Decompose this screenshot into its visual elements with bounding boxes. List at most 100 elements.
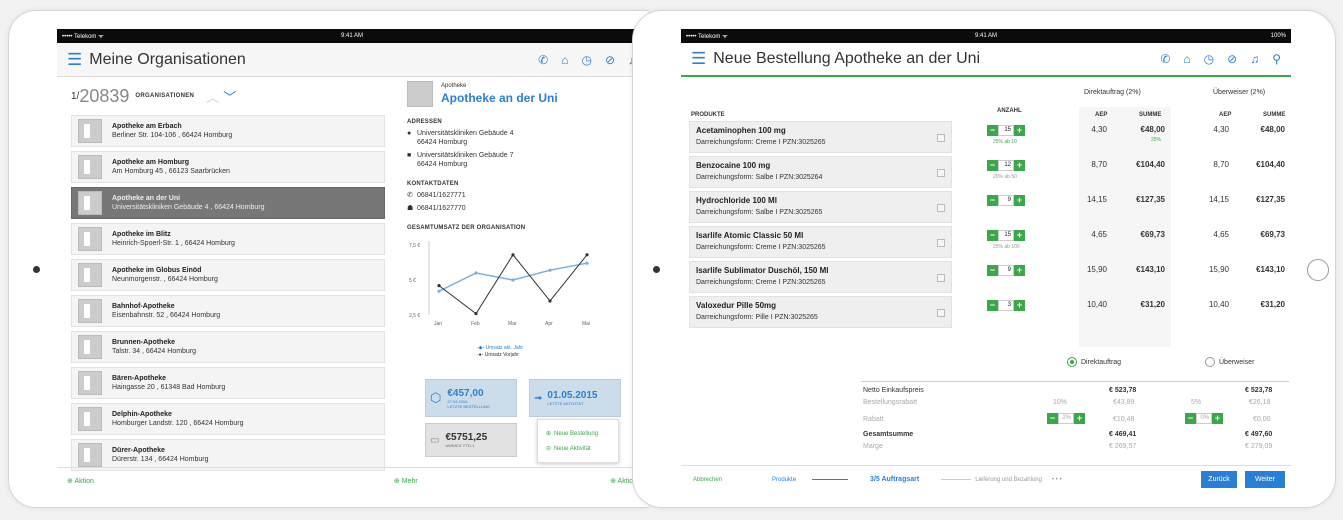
bell-icon[interactable]: ♫ [1250,52,1259,66]
quantity-value[interactable]: 9 [998,195,1014,206]
rabatt-stepper-1[interactable]: −2% + [1047,413,1085,424]
quantity-stepper[interactable]: −15 + [987,125,1025,136]
plus-icon[interactable]: + [1074,413,1085,424]
compass-icon[interactable]: ⊘ [1227,52,1237,66]
info-icon[interactable] [937,204,945,212]
last-order-tile[interactable]: ⬡ €457,00 27.04.2015 LETZTE BESTELLUNG [425,379,517,417]
product-row[interactable]: Acetaminophen 100 mg Darreichungsform: Cr… [689,121,952,153]
building-icon [78,227,102,251]
info-icon[interactable] [937,134,945,142]
sum-direct: €127,35 [1136,195,1165,204]
count-value: 20839 [79,85,130,106]
product-desc: Darreichungsform: Salbe I PZN:3025265 [696,209,823,216]
minus-icon[interactable]: − [1047,413,1058,424]
history-icon[interactable]: ◷ [1204,52,1214,66]
next-button[interactable]: Weiter [1245,471,1285,488]
rabatt-value-2[interactable]: 0% [1196,413,1212,424]
minus-icon[interactable]: − [987,125,998,136]
plus-icon[interactable]: + [1014,230,1025,241]
new-order-item[interactable]: ⊕ Neue Bestellung [546,426,610,441]
minus-icon[interactable]: − [987,230,998,241]
chevron-down-icon[interactable]: ﹀ [223,87,236,106]
detail-header: Apotheke Apotheke an der Uni [407,81,627,107]
last-activity-value: 01.05.2015 [547,390,598,401]
organisation-address: Heinrich-Spoerl-Str. 1 , 66424 Homburg [112,240,235,247]
quantity-stepper[interactable]: −15 + [987,230,1025,241]
minus-icon[interactable]: − [987,265,998,276]
quantity-stepper[interactable]: −9 + [987,265,1025,276]
home-icon[interactable]: ⌂ [1183,52,1190,66]
last-activity-tile[interactable]: ➟ 01.05.2015 LETZTE AKTIVITÄT [529,379,621,417]
cancel-button[interactable]: Abbrechen [693,477,722,483]
product-row[interactable]: Hydrochloride 100 Ml Darreichungsform: Sa… [689,191,952,223]
new-activity-item[interactable]: ⊖ Neue Aktivität [546,441,610,456]
product-row[interactable]: Valoxedur Pille 50mg Darreichungsform: Pi… [689,296,952,328]
data-point [585,261,589,265]
search-icon[interactable]: ⚲ [1272,52,1281,66]
quantity-stepper[interactable]: −3 + [987,300,1025,311]
organisation-name: Bären-Apotheke [112,375,167,382]
phone-number[interactable]: 06841/1627771 [417,191,466,200]
quantity-value[interactable]: 15 [998,125,1014,136]
transfer-radio[interactable]: Überweiser [1205,357,1254,367]
organisation-list-item[interactable]: Apotheke im Blitz Heinrich-Spoerl-Str. 1 … [71,223,385,255]
info-icon[interactable] [937,274,945,282]
info-icon[interactable] [937,169,945,177]
organisation-list-item[interactable]: Apotheke an der Uni Universitätskliniken … [71,187,385,219]
quantity-value[interactable]: 9 [998,265,1014,276]
phone-icon[interactable]: ✆ [538,53,548,67]
quantity-value[interactable]: 12 [998,160,1014,171]
compass-icon[interactable]: ⊘ [605,53,615,67]
hamburger-icon-right[interactable]: ☰ [691,49,706,69]
product-row[interactable]: Isarlife Sublimator Duschöl, 150 Ml Darre… [689,261,952,293]
info-icon[interactable] [937,309,945,317]
product-row[interactable]: Isarlife Atomic Classic 50 Ml Darreichung… [689,226,952,258]
home-button[interactable] [1307,259,1329,281]
plus-icon[interactable]: + [1014,265,1025,276]
action-button[interactable]: ⊕ Aktion [67,477,94,485]
quantity-value[interactable]: 15 [998,230,1014,241]
net-price-transfer: € 523,78 [1245,387,1273,394]
organisation-list-item[interactable]: Apotheke am Erbach Berliner Str. 104-106 … [71,115,385,147]
product-name: Benzocaine 100 mg [696,161,771,170]
plus-icon[interactable]: + [1014,160,1025,171]
hamburger-icon[interactable]: ☰ [67,50,82,70]
home-icon[interactable]: ⌂ [561,53,568,67]
organisation-address: Talstr. 34 , 66424 Homburg [112,348,197,355]
fax-line: ☗ 06841/1627770 [407,204,627,213]
right-ipad-frame: ••••• Telekom ᯤ 9:41 AM 100% ☰ Neue Best… [632,10,1336,508]
phone-icon[interactable]: ✆ [1160,52,1170,66]
minus-icon[interactable]: − [1185,413,1196,424]
revenue-ytd-tile[interactable]: ▭ €5751,25 UMSATZ YTD-1 [425,423,517,457]
plus-icon[interactable]: + [1212,413,1223,424]
detail-name[interactable]: Apotheke an der Uni [441,91,558,105]
back-button[interactable]: Zurück [1201,471,1237,488]
history-icon[interactable]: ◷ [581,53,591,67]
step-products[interactable]: Produkte [772,477,796,483]
chevron-up-icon[interactable]: ︿ [206,87,219,106]
organisation-list-item[interactable]: Bären-Apotheke Haingasse 20 , 61348 Bad H… [71,367,385,399]
product-row[interactable]: Benzocaine 100 mg Darreichungsform: Salbe… [689,156,952,188]
rabatt-stepper-2[interactable]: −0% + [1185,413,1223,424]
info-icon[interactable] [937,239,945,247]
organisation-list-item[interactable]: Apotheke am Homburg Am Homburg 45 , 66123… [71,151,385,183]
quantity-stepper[interactable]: −9 + [987,195,1025,206]
organisation-list-item[interactable]: Apotheke im Globus Einöd Neunmorgenstr. ,… [71,259,385,291]
sum-direct: €48,00 [1140,125,1165,134]
total-label: Gesamtsumme [863,431,914,438]
plus-icon[interactable]: + [1014,195,1025,206]
quantity-value[interactable]: 3 [998,300,1014,311]
sum-header-2: SUMME [1263,112,1286,118]
plus-icon[interactable]: + [1014,300,1025,311]
organisation-list-item[interactable]: Brunnen-Apotheke Talstr. 34 , 66424 Hombu… [71,331,385,363]
organisation-list-item[interactable]: Delphin-Apotheke Homburger Landstr. 120 ,… [71,403,385,435]
minus-icon[interactable]: − [987,300,998,311]
quantity-stepper[interactable]: −12 + [987,160,1025,171]
plus-icon[interactable]: + [1014,125,1025,136]
minus-icon[interactable]: − [987,160,998,171]
more-button[interactable]: ⊕ Mehr [394,477,418,485]
direct-order-radio[interactable]: Direktauftrag [1067,357,1121,367]
organisation-list-item[interactable]: Bahnhof-Apotheke Eisenbahnstr. 52 , 66424… [71,295,385,327]
minus-icon[interactable]: − [987,195,998,206]
rabatt-value-1[interactable]: 2% [1058,413,1074,424]
